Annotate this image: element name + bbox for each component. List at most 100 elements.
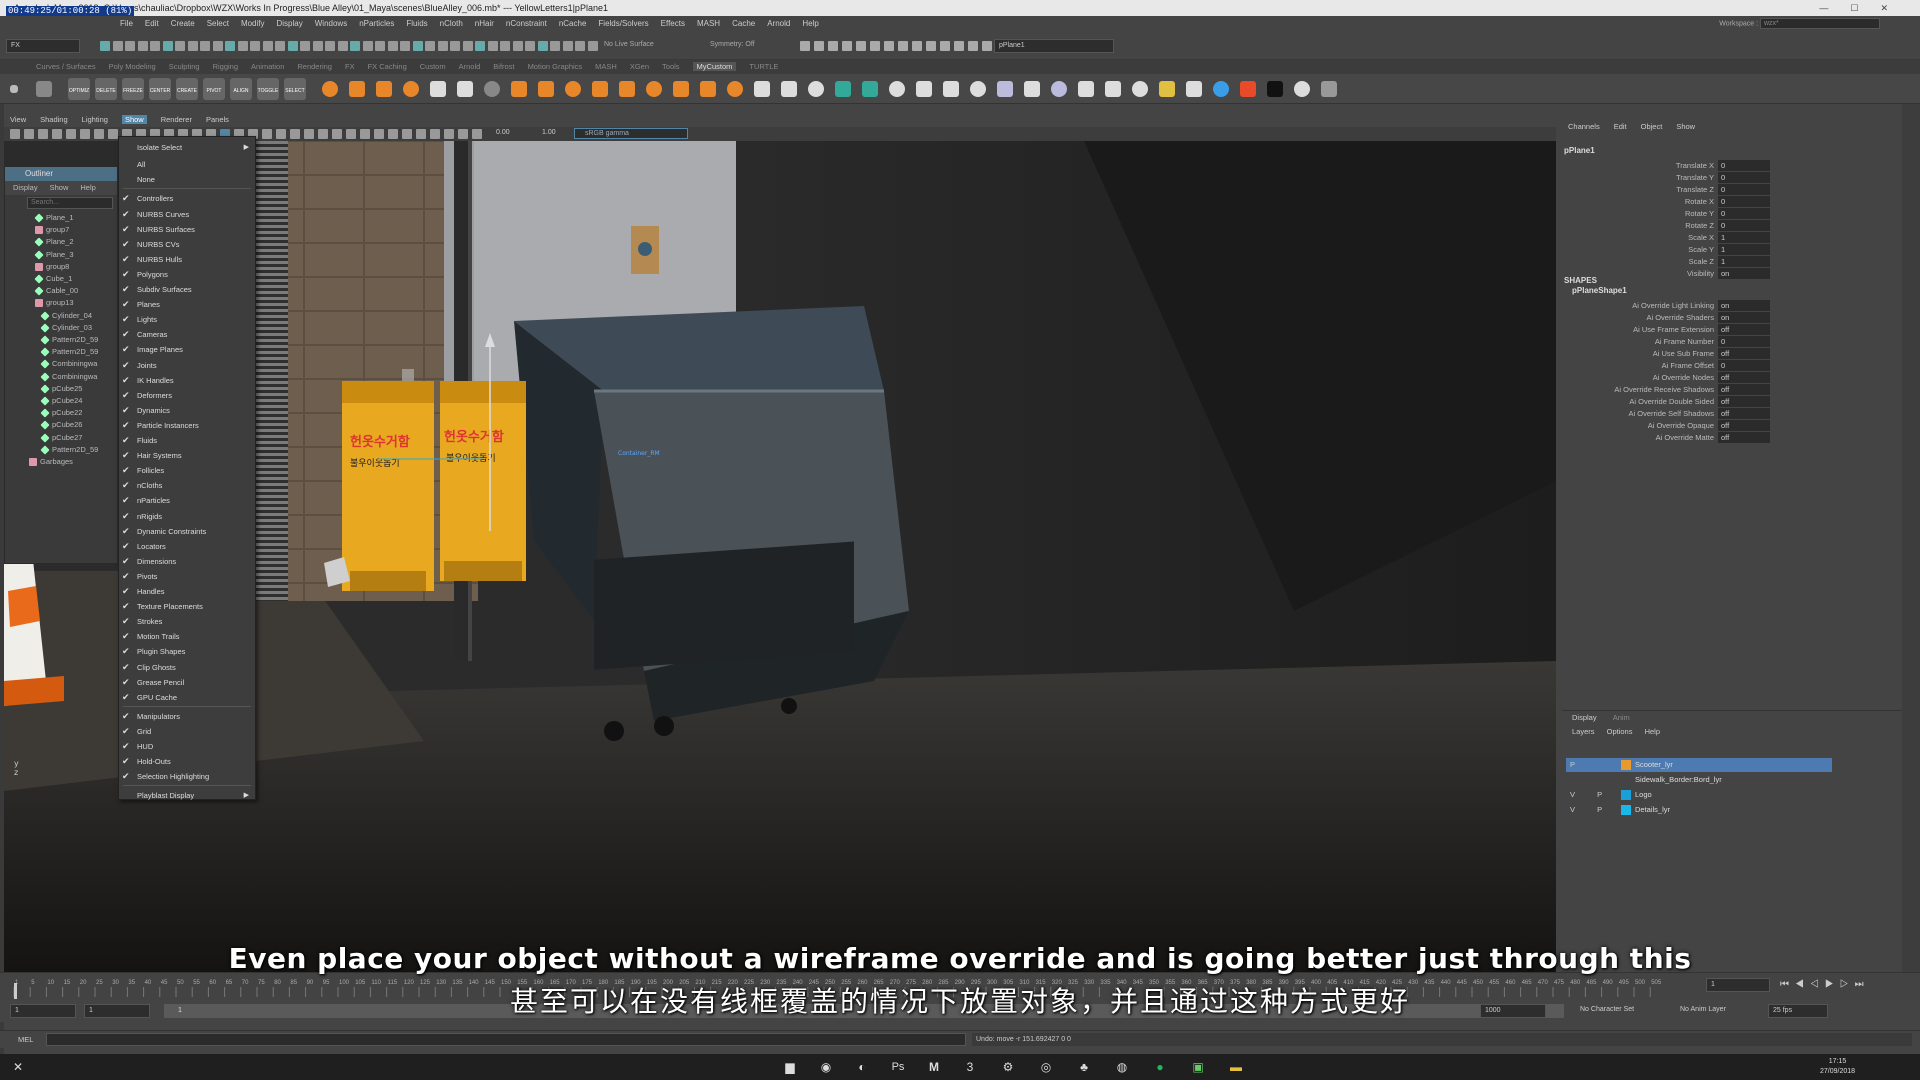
shelf-tool-icon[interactable] (538, 81, 554, 97)
channel-box-object-name[interactable]: pPlane1 (1564, 146, 1595, 155)
render-tool-icon[interactable] (884, 41, 894, 51)
shape-attr-row[interactable]: Ai Frame Number 0 (1562, 336, 1902, 348)
menu-create[interactable]: Create (171, 19, 195, 28)
shape-attr-row[interactable]: Ai Override Light Linking on (1562, 300, 1902, 312)
viewport-tool-icon[interactable] (38, 129, 48, 139)
outliner-row[interactable]: pCube26 (5, 418, 117, 431)
viewport-tool-icon[interactable] (430, 129, 440, 139)
menu-ncache[interactable]: nCache (559, 19, 587, 28)
show-menu-item[interactable]: ✔ Image Planes (119, 342, 255, 357)
shelf-tab[interactable]: Tools (662, 62, 680, 71)
menu-help[interactable]: Help (802, 19, 818, 28)
maya-icon[interactable]: M (926, 1060, 942, 1074)
show-menu-item[interactable]: ✔ Particle Instancers (119, 418, 255, 433)
outliner-row[interactable]: pCube27 (5, 431, 117, 444)
shelf-script-button[interactable]: CENTER (149, 78, 171, 100)
render-tool-icon[interactable] (954, 41, 964, 51)
system-clock[interactable]: 17:15 27/09/2018 (1820, 1057, 1855, 1077)
start-icon[interactable]: ✕ (10, 1060, 26, 1074)
shape-attr-value[interactable]: off (1718, 384, 1770, 395)
layer-flags[interactable]: P (1570, 758, 1585, 772)
show-menu-item[interactable]: ✔ Plugin Shapes (119, 644, 255, 659)
shelf-tool-icon[interactable] (592, 81, 608, 97)
shape-attr-value[interactable]: off (1718, 420, 1770, 431)
shelf-tab[interactable]: Curves / Surfaces (36, 62, 96, 71)
shelf-tool-icon[interactable] (835, 81, 851, 97)
status-tool-icon[interactable] (387, 41, 398, 51)
status-tool-icon[interactable] (475, 41, 485, 51)
shelf-tool-icon[interactable] (1213, 81, 1229, 97)
render-tool-icon[interactable] (898, 41, 908, 51)
shape-attr-row[interactable]: Ai Frame Offset 0 (1562, 360, 1902, 372)
channel-attr-row[interactable]: Rotate Y 0 (1562, 208, 1902, 220)
status-tool-icon[interactable] (150, 41, 160, 51)
layer-row[interactable]: Sidewalk_Border:Bord_lyr (1566, 773, 1832, 787)
shelf-icon[interactable] (36, 81, 52, 97)
panel-menu-view[interactable]: View (10, 115, 26, 124)
render-tool-icon[interactable] (926, 41, 936, 51)
shelf-tool-icon[interactable] (646, 81, 662, 97)
show-menu-item[interactable]: ✔ Texture Placements (119, 599, 255, 614)
panel-menu-renderer[interactable]: Renderer (161, 115, 192, 124)
render-tool-icon[interactable] (842, 41, 852, 51)
shape-attr-value[interactable]: off (1718, 396, 1770, 407)
shape-attr-row[interactable]: Ai Override Self Shadows off (1562, 408, 1902, 420)
show-menu-item[interactable]: None (119, 172, 255, 187)
shelf-tool-icon[interactable] (349, 81, 365, 97)
status-tool-icon[interactable] (437, 41, 448, 51)
command-language-label[interactable]: MEL (18, 1035, 33, 1044)
shape-attr-row[interactable]: Ai Use Frame Extension off (1562, 324, 1902, 336)
menu-effects[interactable]: Effects (661, 19, 685, 28)
layer-row[interactable]: P Scooter_lyr (1566, 758, 1832, 772)
shape-attr-value[interactable]: off (1718, 348, 1770, 359)
shelf-tool-icon[interactable] (727, 81, 743, 97)
window-controls[interactable]: —☐✕ (1819, 0, 1910, 16)
outliner-row[interactable]: group8 (5, 260, 117, 273)
channel-attr-value[interactable]: on (1718, 268, 1770, 279)
show-menu-item[interactable]: ✔ Selection Highlighting (119, 769, 255, 784)
shelf-tab[interactable]: Sculpting (169, 62, 200, 71)
layer-row[interactable]: V P R Logo (1566, 788, 1832, 802)
show-menu-item[interactable]: ✔ Clip Ghosts (119, 660, 255, 675)
status-tool-icon[interactable] (287, 41, 298, 51)
folder-icon[interactable]: ▬ (1228, 1060, 1244, 1074)
viewport-tool-icon[interactable] (416, 129, 426, 139)
outliner-row[interactable]: Plane_1 (5, 211, 117, 224)
channel-attr-value[interactable]: 1 (1718, 256, 1770, 267)
shape-attr-value[interactable]: off (1718, 324, 1770, 335)
menu-file[interactable]: File (120, 19, 133, 28)
channel-attr-row[interactable]: Visibility on (1562, 268, 1902, 280)
outliner-row[interactable]: Combiningwa (5, 370, 117, 383)
channel-attr-row[interactable]: Translate X 0 (1562, 160, 1902, 172)
shelf-tool-icon[interactable] (1078, 81, 1094, 97)
menu-nhair[interactable]: nHair (475, 19, 494, 28)
layer-flags[interactable]: V P (1570, 803, 1612, 817)
shape-attr-value[interactable]: on (1718, 312, 1770, 323)
status-tool-icon[interactable] (512, 41, 523, 51)
outliner-search-input[interactable]: Search... (27, 197, 113, 209)
show-menu-item[interactable]: ✔ NURBS Curves (119, 207, 255, 222)
menu-cache[interactable]: Cache (732, 19, 755, 28)
status-tool-icon[interactable] (237, 41, 248, 51)
viewport-tool-icon[interactable] (444, 129, 454, 139)
show-menu-item[interactable]: All (119, 157, 255, 172)
show-menu-item[interactable]: ✔ GPU Cache (119, 690, 255, 705)
app4-icon[interactable]: ▣ (1190, 1060, 1206, 1074)
outliner-row[interactable]: Plane_2 (5, 235, 117, 248)
channel-attr-row[interactable]: Scale Z 1 (1562, 256, 1902, 268)
show-menu-item[interactable]: ✔ Handles (119, 584, 255, 599)
outliner-menu-help[interactable]: Help (80, 183, 95, 192)
outliner-row[interactable]: pCube24 (5, 394, 117, 407)
outliner-row[interactable]: Pattern2D_59 (5, 443, 117, 456)
shelf-tool-icon[interactable] (1024, 81, 1040, 97)
outliner-title[interactable]: Outliner (5, 167, 117, 181)
status-tool-icon[interactable] (375, 41, 385, 51)
status-tool-icon[interactable] (425, 41, 435, 51)
panel-menu-lighting[interactable]: Lighting (82, 115, 108, 124)
menu-modify[interactable]: Modify (241, 19, 265, 28)
shelf-tool-icon[interactable] (997, 81, 1013, 97)
viewport-tool-icon[interactable] (374, 129, 384, 139)
viewport-tool-icon[interactable] (66, 129, 76, 139)
status-tool-icon[interactable] (125, 41, 135, 51)
viewport-tool-icon[interactable] (290, 129, 300, 139)
